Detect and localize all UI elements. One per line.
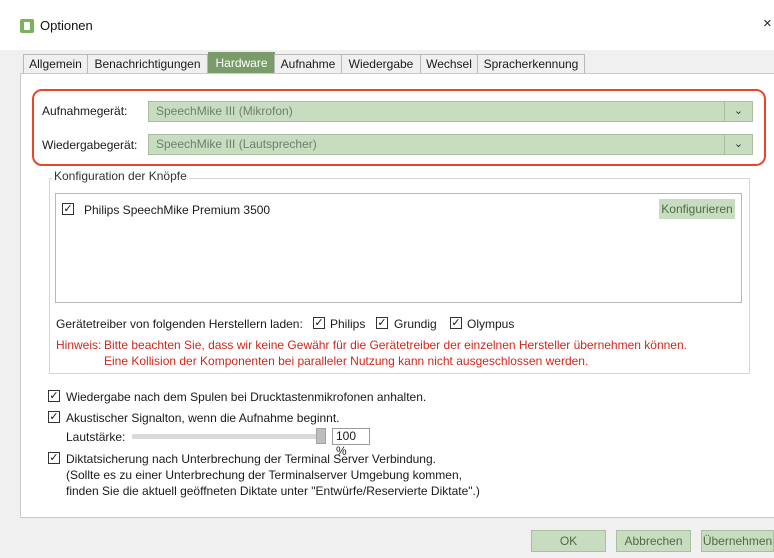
tab-spracherkennung[interactable]: Spracherkennung: [477, 54, 585, 73]
notice-line-1: Bitte beachten Sie, dass wir keine Gewäh…: [104, 338, 687, 352]
ok-button[interactable]: OK: [531, 530, 606, 552]
window-title: Optionen: [40, 18, 93, 33]
buttons-config-legend: Konfiguration der Knöpfe: [52, 169, 189, 183]
volume-label: Lautstärke:: [66, 430, 126, 444]
volume-value[interactable]: 100 %: [332, 428, 370, 458]
notice-line-2: Eine Kollision der Komponenten bei paral…: [104, 354, 589, 368]
volume-slider-track[interactable]: [132, 434, 324, 439]
pause-playback-checkbox[interactable]: ✓: [48, 390, 60, 402]
acoustic-signal-label: Akustischer Signalton, wenn die Aufnahme…: [66, 411, 340, 425]
pause-playback-label: Wiedergabe nach dem Spulen bei Drucktast…: [66, 390, 427, 404]
tab-aufnahme[interactable]: Aufnahme: [274, 54, 342, 73]
device-checkbox[interactable]: ✓: [62, 203, 74, 215]
apply-button[interactable]: Übernehmen: [701, 530, 774, 552]
tab-wechsel[interactable]: Wechsel: [420, 54, 478, 73]
app-icon: [20, 19, 34, 33]
notice-label: Hinweis:: [56, 338, 102, 352]
grundig-checkbox[interactable]: ✓: [376, 317, 388, 329]
grundig-label: Grundig: [394, 317, 437, 331]
backup-label: Diktatsicherung nach Unterbrechung der T…: [66, 452, 436, 466]
cancel-button[interactable]: Abbrechen: [616, 530, 691, 552]
philips-checkbox[interactable]: ✓: [313, 317, 325, 329]
close-icon[interactable]: ×: [763, 15, 772, 32]
tab-wiedergabe[interactable]: Wiedergabe: [341, 54, 421, 73]
philips-label: Philips: [330, 317, 366, 331]
tab-hardware[interactable]: Hardware: [208, 52, 275, 73]
volume-slider-thumb[interactable]: [316, 428, 326, 444]
backup-note-line-2: finden Sie die aktuell geöffneten Diktat…: [66, 484, 480, 498]
olympus-checkbox[interactable]: ✓: [450, 317, 462, 329]
highlight-annotation: [32, 89, 766, 166]
drivers-label: Gerätetreiber von folgenden Herstellern …: [56, 317, 303, 331]
backup-note-line-1: (Sollte es zu einer Unterbrechung der Te…: [66, 468, 462, 482]
tab-benachrichtigungen[interactable]: Benachrichtigungen: [87, 54, 208, 73]
olympus-label: Olympus: [467, 317, 515, 331]
backup-checkbox[interactable]: ✓: [48, 452, 60, 464]
configure-button[interactable]: Konfigurieren: [659, 199, 735, 219]
title-bar: Optionen ×: [0, 0, 774, 50]
device-label: Philips SpeechMike Premium 3500: [84, 203, 271, 217]
acoustic-signal-checkbox[interactable]: ✓: [48, 411, 60, 423]
tab-allgemein[interactable]: Allgemein: [23, 54, 88, 73]
